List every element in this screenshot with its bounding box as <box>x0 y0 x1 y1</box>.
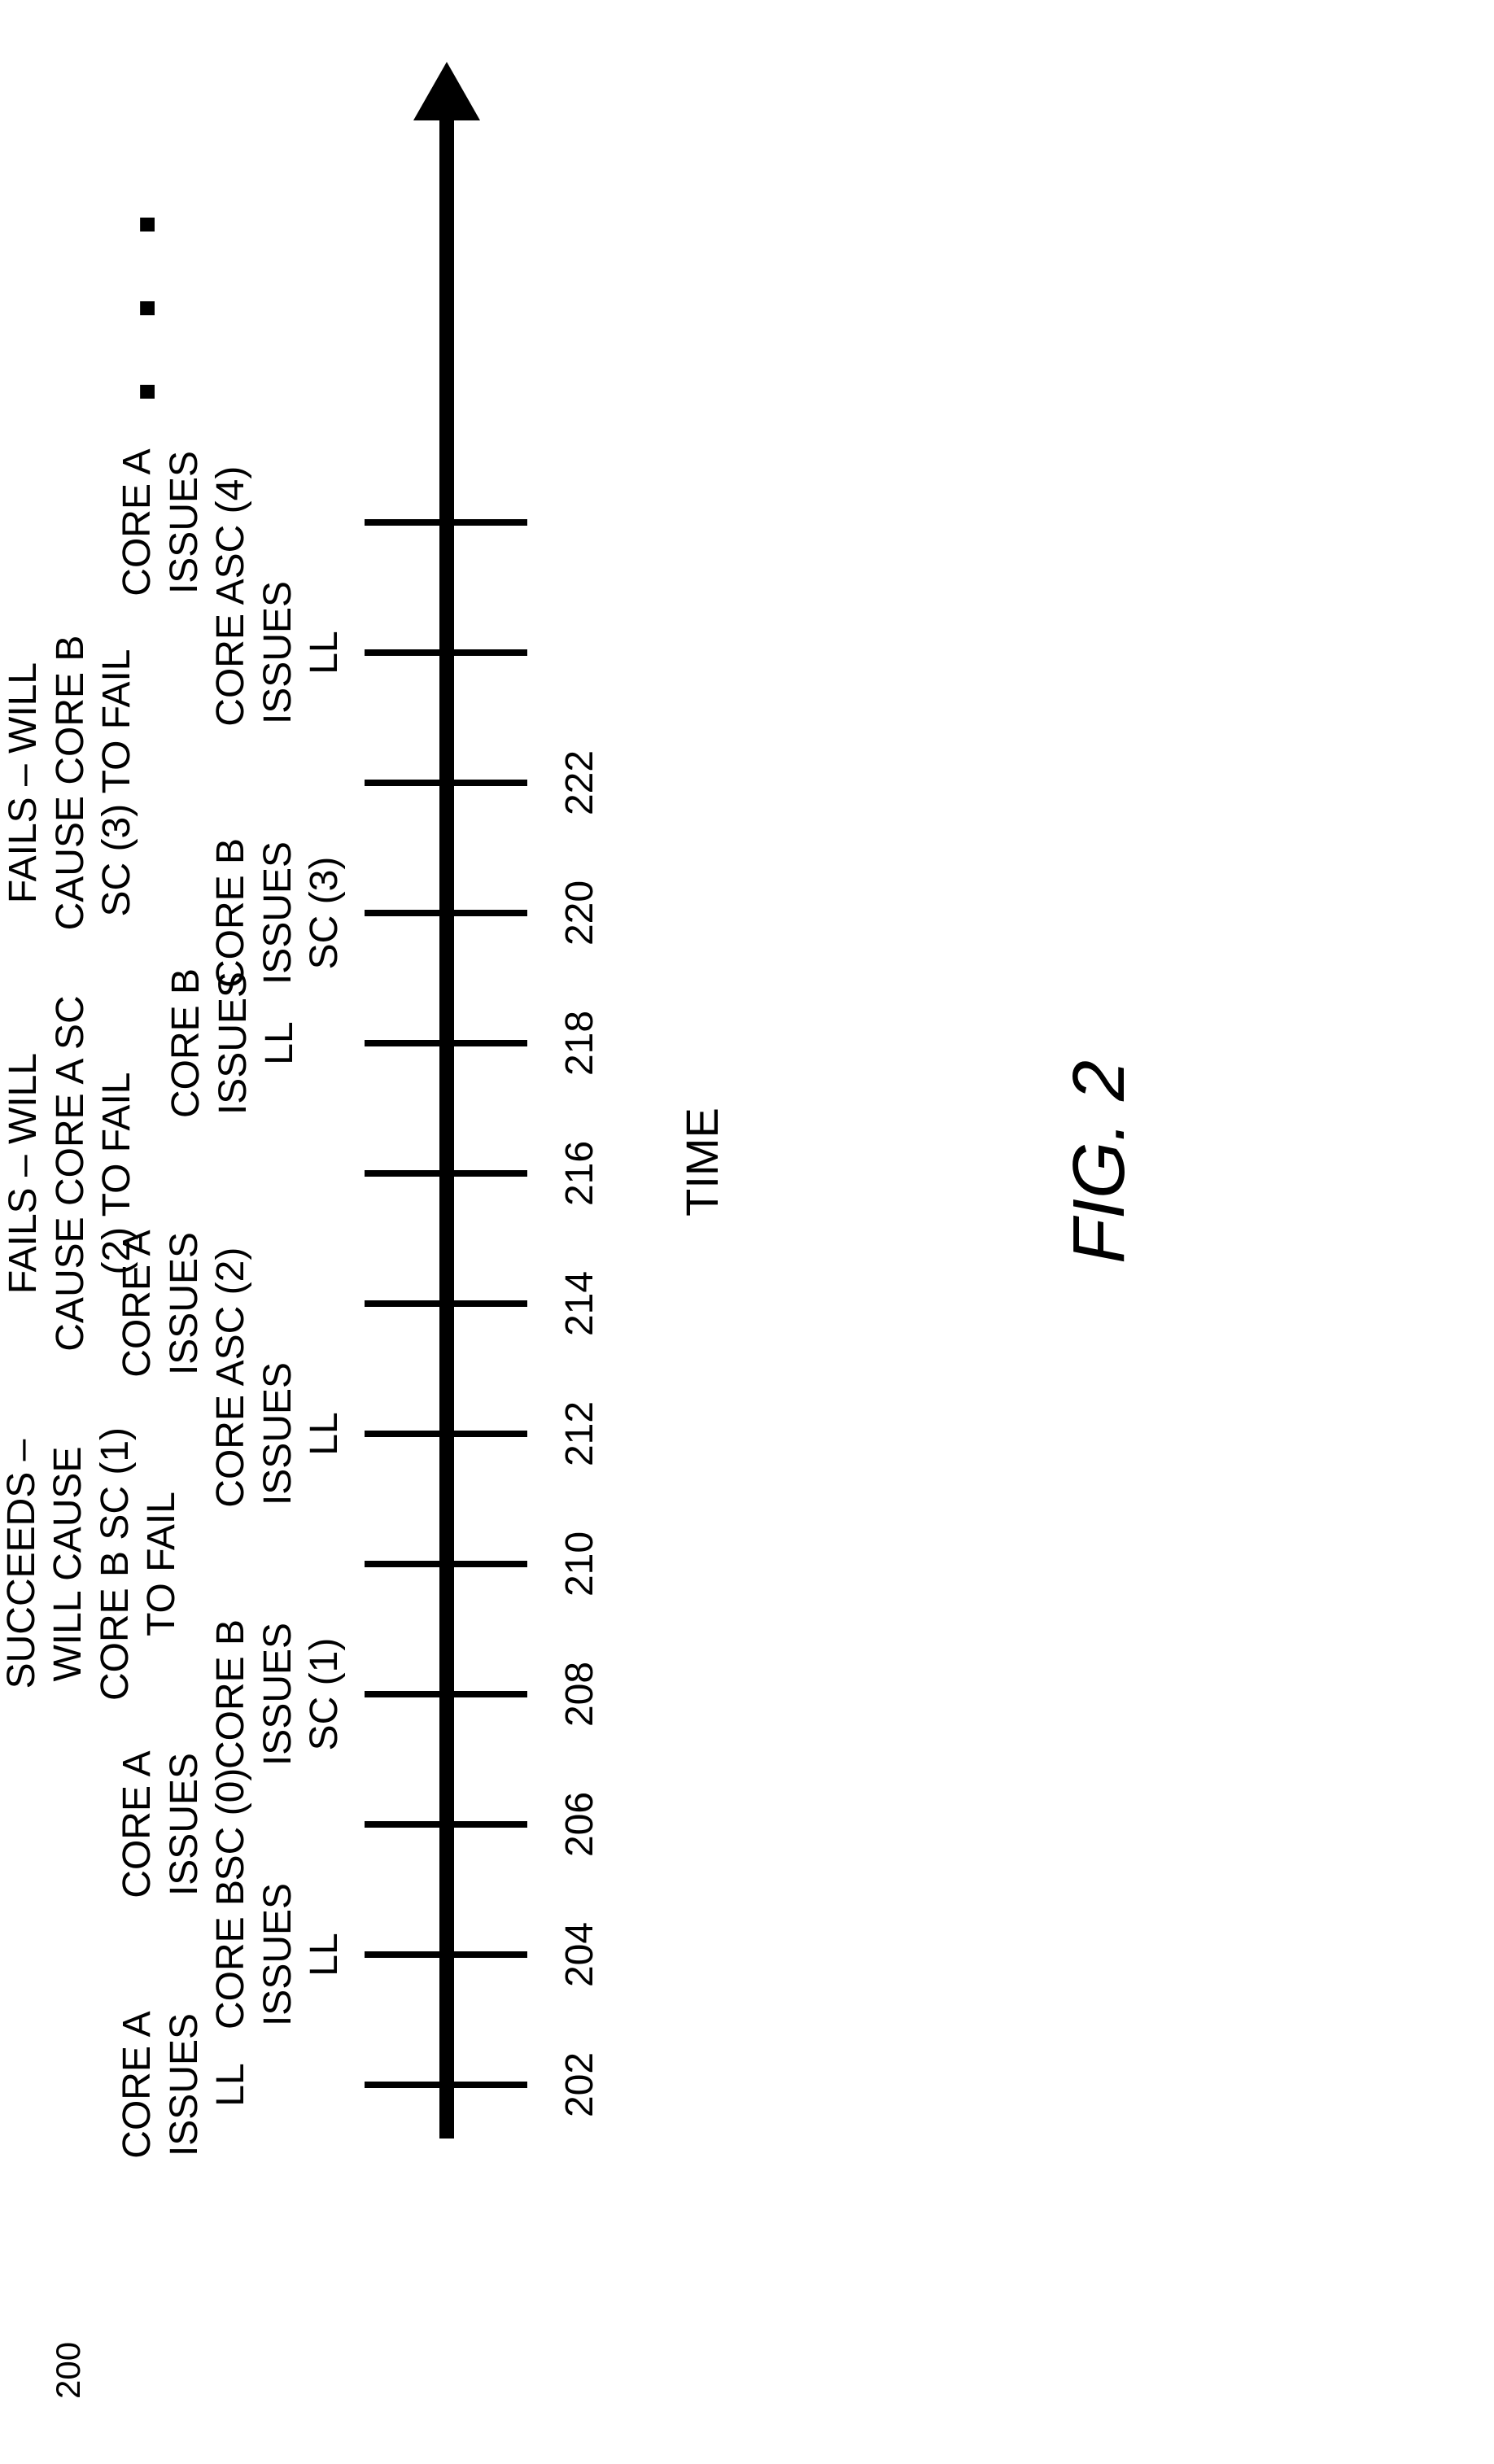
timeline-axis <box>439 120 454 2139</box>
event-label: CORE BISSUESLL <box>163 968 304 1118</box>
tick-number: 222 <box>557 750 602 815</box>
tick-number: 216 <box>557 1141 602 1206</box>
tick-mark <box>365 1300 527 1307</box>
figure-label: FIG. 2 <box>1058 1060 1142 1264</box>
event-label: CORE A SC (0)SUCCEEDS –WILL CAUSECORE B … <box>0 1427 186 1701</box>
diagram-stage: 200 202 CORE AISSUESLL 204 CORE BISSUESLL 20… <box>0 0 1494 2464</box>
ellipsis: . . . <box>65 196 177 405</box>
tick-number: 204 <box>557 1922 602 1987</box>
tick-mark <box>365 1821 527 1828</box>
event-label: CORE AISSUESLL <box>208 579 348 726</box>
tick-mark <box>365 1040 527 1046</box>
tick-mark <box>365 2082 527 2088</box>
page-root: 200 202 CORE AISSUESLL 204 CORE BISSUESLL 20… <box>0 0 1494 2464</box>
tick-mark <box>365 1691 527 1697</box>
event-label: CORE BISSUESLL <box>208 1880 348 2029</box>
event-label: CORE A SC (2)COMPLETES ANDFAILS – WILLCA… <box>0 617 141 949</box>
tick-number: 208 <box>557 1662 602 1727</box>
tick-mark <box>365 1170 527 1177</box>
tick-mark <box>365 1431 527 1437</box>
tick-number: 210 <box>557 1531 602 1597</box>
tick-mark <box>365 910 527 916</box>
tick-number: 202 <box>557 2052 602 2117</box>
tick-number: 220 <box>557 880 602 946</box>
tick-number: 206 <box>557 1792 602 1857</box>
tick-mark <box>365 519 527 526</box>
event-label: CORE BISSUESSC (3) <box>208 838 348 988</box>
event-label: CORE AISSUESLL <box>208 1360 348 1507</box>
event-label: CORE AISSUESSC (4) <box>114 448 255 596</box>
tick-number: 218 <box>557 1011 602 1076</box>
tick-mark <box>365 1951 527 1958</box>
axis-label: TIME <box>675 1107 728 1217</box>
timeline-arrowhead <box>413 62 480 120</box>
tick-mark <box>365 1561 527 1567</box>
event-label: CORE BISSUESSC (1) <box>208 1619 348 1769</box>
tick-number: 214 <box>557 1271 602 1336</box>
tick-mark <box>365 649 527 656</box>
page-reference-number: 200 <box>49 2342 88 2399</box>
tick-number: 212 <box>557 1401 602 1466</box>
event-label: CORE B SC (1)COMPLETES ANDFAILS – WILLCA… <box>0 995 141 1351</box>
event-label: CORE AISSUESSC (0) <box>114 1750 255 1898</box>
event-label: CORE AISSUESLL <box>114 2011 255 2158</box>
tick-mark <box>365 780 527 786</box>
